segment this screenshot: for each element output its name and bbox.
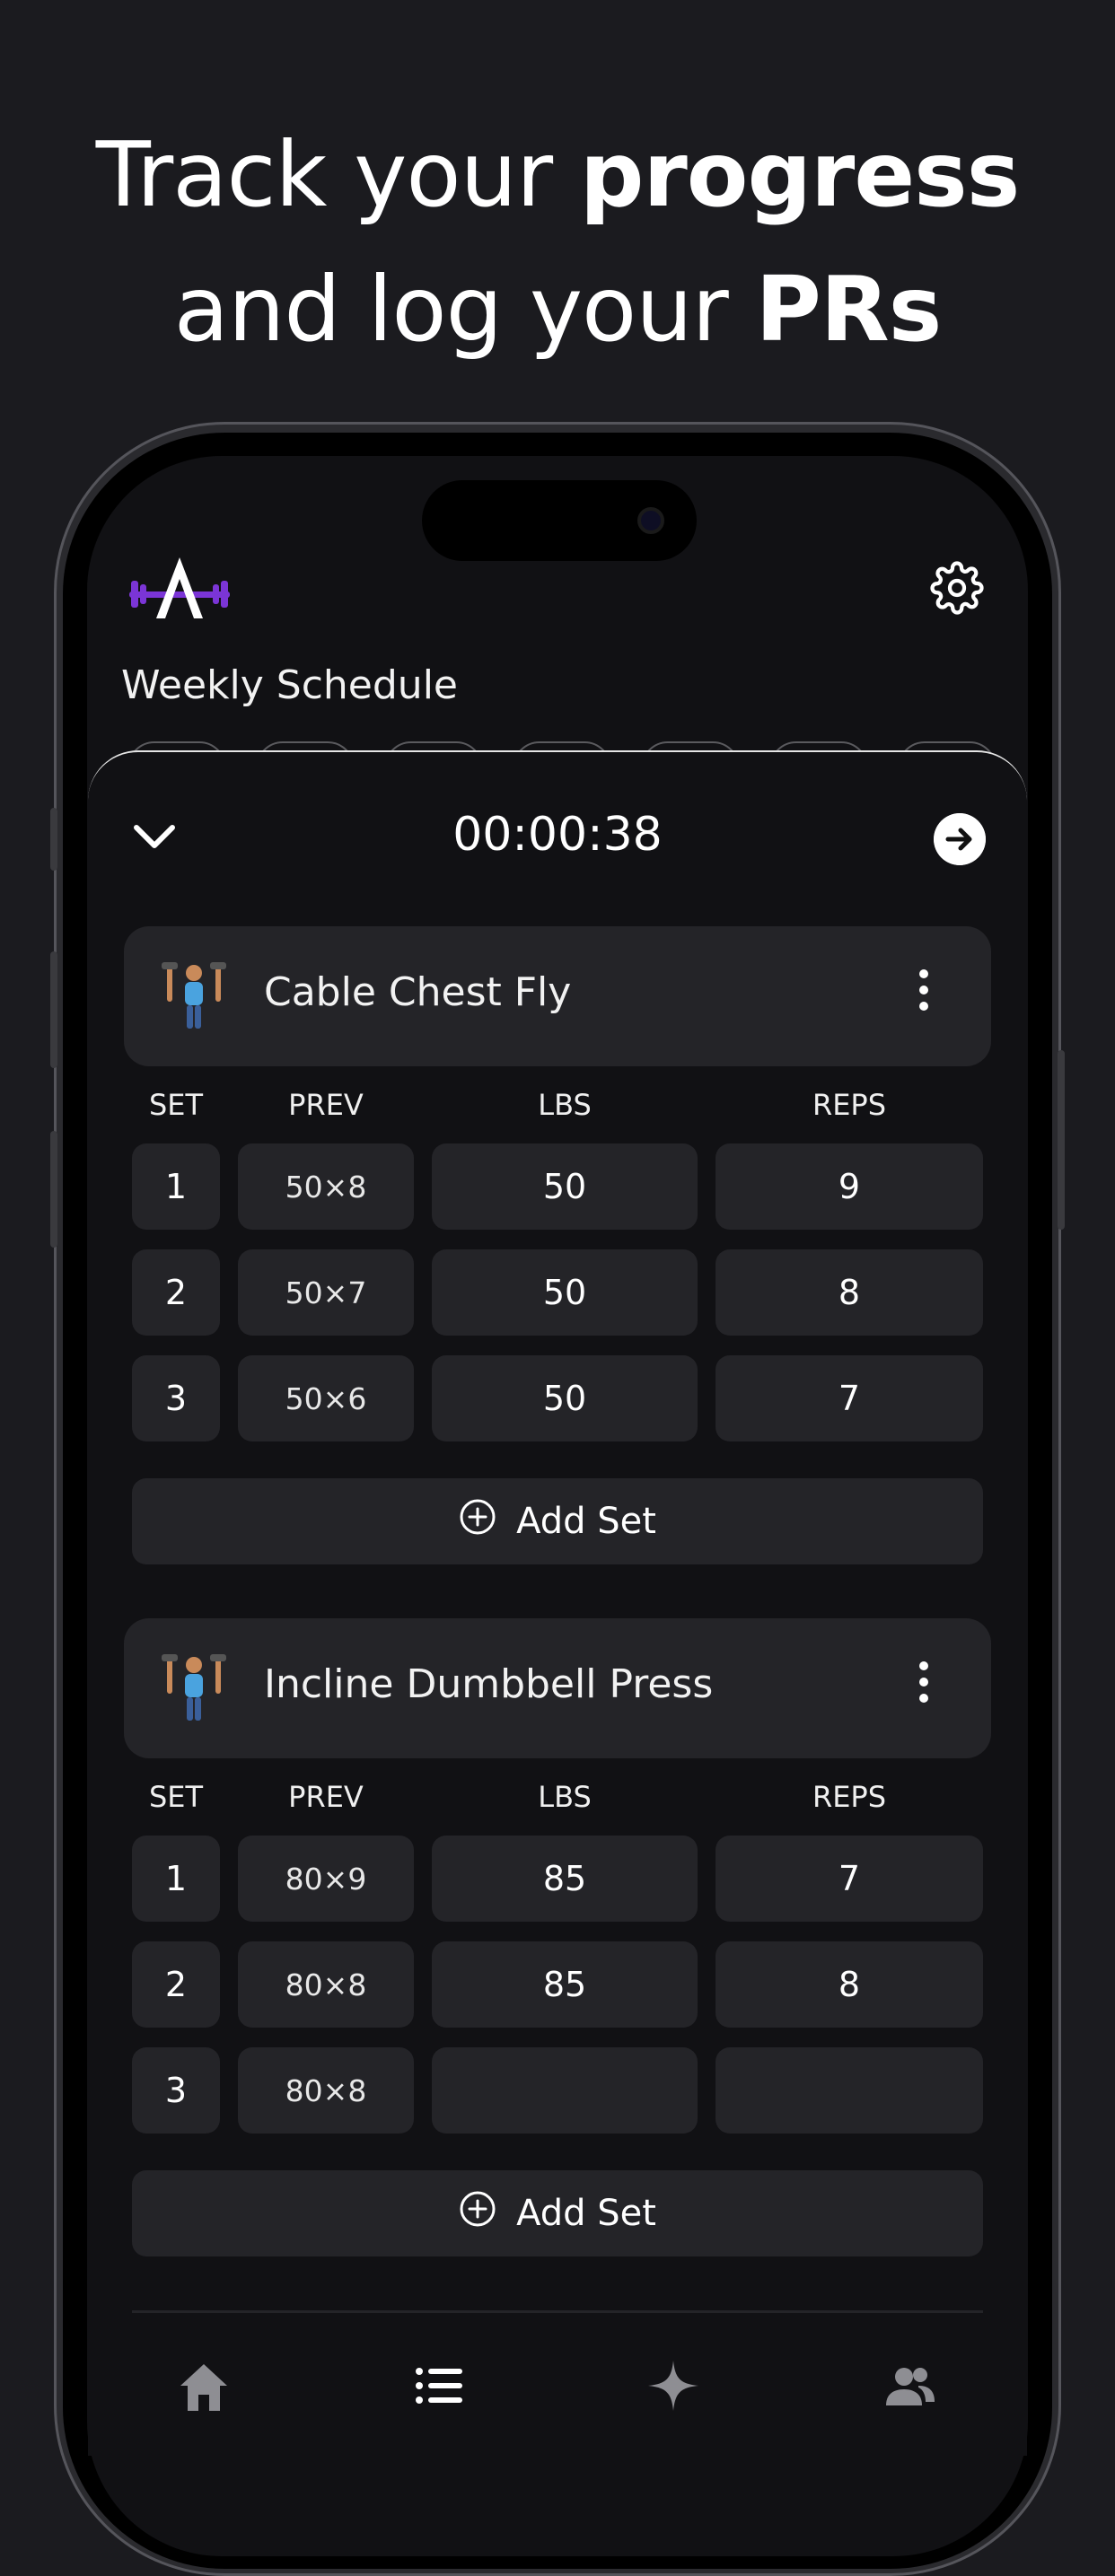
headline-text: Track your <box>95 122 580 227</box>
reps-input[interactable]: 8 <box>716 1249 983 1336</box>
set-number[interactable]: 2 <box>132 1941 220 2028</box>
bottom-tab-bar <box>87 2334 1028 2414</box>
lbs-input[interactable]: 50 <box>432 1355 698 1441</box>
list-icon[interactable] <box>412 2359 466 2413</box>
weekly-schedule-title: Weekly Schedule <box>121 662 458 708</box>
column-header-set: SET <box>148 1088 204 1122</box>
previous-value: 50×7 <box>238 1249 414 1336</box>
lbs-input[interactable]: 50 <box>432 1143 698 1230</box>
exercise-illustration <box>149 1652 239 1724</box>
column-header-prev: PREV <box>288 1780 364 1814</box>
plus-circle-icon <box>459 2190 496 2237</box>
exercise-header-card[interactable]: Cable Chest Fly <box>124 926 991 1066</box>
column-header-lbs: LBS <box>538 1780 592 1814</box>
column-header-prev: PREV <box>288 1088 364 1122</box>
lbs-input[interactable] <box>432 2047 698 2134</box>
column-header-lbs: LBS <box>538 1088 592 1122</box>
gear-icon[interactable] <box>930 561 984 615</box>
lbs-input[interactable]: 85 <box>432 1941 698 2028</box>
phone-side-button <box>50 951 57 1068</box>
headline-bold: PRs <box>755 257 942 362</box>
add-set-label: Add Set <box>516 2193 656 2234</box>
home-icon[interactable] <box>177 2359 231 2413</box>
reps-input[interactable]: 8 <box>716 1941 983 2028</box>
phone-side-button <box>1058 1050 1065 1230</box>
headline-bold: progress <box>579 122 1020 227</box>
set-number[interactable]: 2 <box>132 1249 220 1336</box>
workout-timer: 00:00:38 <box>452 808 663 862</box>
lbs-input[interactable]: 50 <box>432 1249 698 1336</box>
set-number[interactable]: 1 <box>132 1143 220 1230</box>
reps-input[interactable]: 9 <box>716 1143 983 1230</box>
sparkle-icon[interactable] <box>646 2359 700 2413</box>
column-header-reps: REPS <box>812 1088 887 1122</box>
front-camera <box>637 507 664 534</box>
column-header-reps: REPS <box>812 1780 887 1814</box>
reps-input[interactable]: 7 <box>716 1836 983 1922</box>
barbell-a-logo <box>129 557 230 618</box>
marketing-headline: Track your progress and log your PRs <box>0 108 1115 377</box>
add-set-button[interactable]: Add Set <box>132 2170 983 2256</box>
arrow-right-circle-icon[interactable] <box>934 813 986 865</box>
exercise-name: Incline Dumbbell Press <box>264 1661 714 1707</box>
exercise-header-card[interactable]: Incline Dumbbell Press <box>124 1618 991 1758</box>
set-number[interactable]: 3 <box>132 1355 220 1441</box>
previous-value: 80×8 <box>238 1941 414 2028</box>
previous-value: 80×8 <box>238 2047 414 2134</box>
exercise-name: Cable Chest Fly <box>264 969 572 1015</box>
add-set-button[interactable]: Add Set <box>132 1478 983 1564</box>
previous-value: 50×6 <box>238 1355 414 1441</box>
lbs-input[interactable]: 85 <box>432 1836 698 1922</box>
chevron-down-icon[interactable] <box>131 819 178 854</box>
headline-text: and log your <box>173 257 756 362</box>
phone-side-button <box>50 1131 57 1248</box>
phone-side-button <box>50 808 57 871</box>
exercise-illustration <box>149 960 239 1032</box>
people-icon[interactable] <box>882 2359 936 2413</box>
reps-input[interactable] <box>716 2047 983 2134</box>
set-number[interactable]: 1 <box>132 1836 220 1922</box>
more-options-icon[interactable] <box>912 962 935 1030</box>
list-divider <box>132 2310 983 2313</box>
previous-value: 50×8 <box>238 1143 414 1230</box>
plus-circle-icon <box>459 1498 496 1545</box>
previous-value: 80×9 <box>238 1836 414 1922</box>
add-set-label: Add Set <box>516 1501 656 1542</box>
reps-input[interactable]: 7 <box>716 1355 983 1441</box>
set-number[interactable]: 3 <box>132 2047 220 2134</box>
more-options-icon[interactable] <box>912 1654 935 1722</box>
column-header-set: SET <box>148 1780 204 1814</box>
